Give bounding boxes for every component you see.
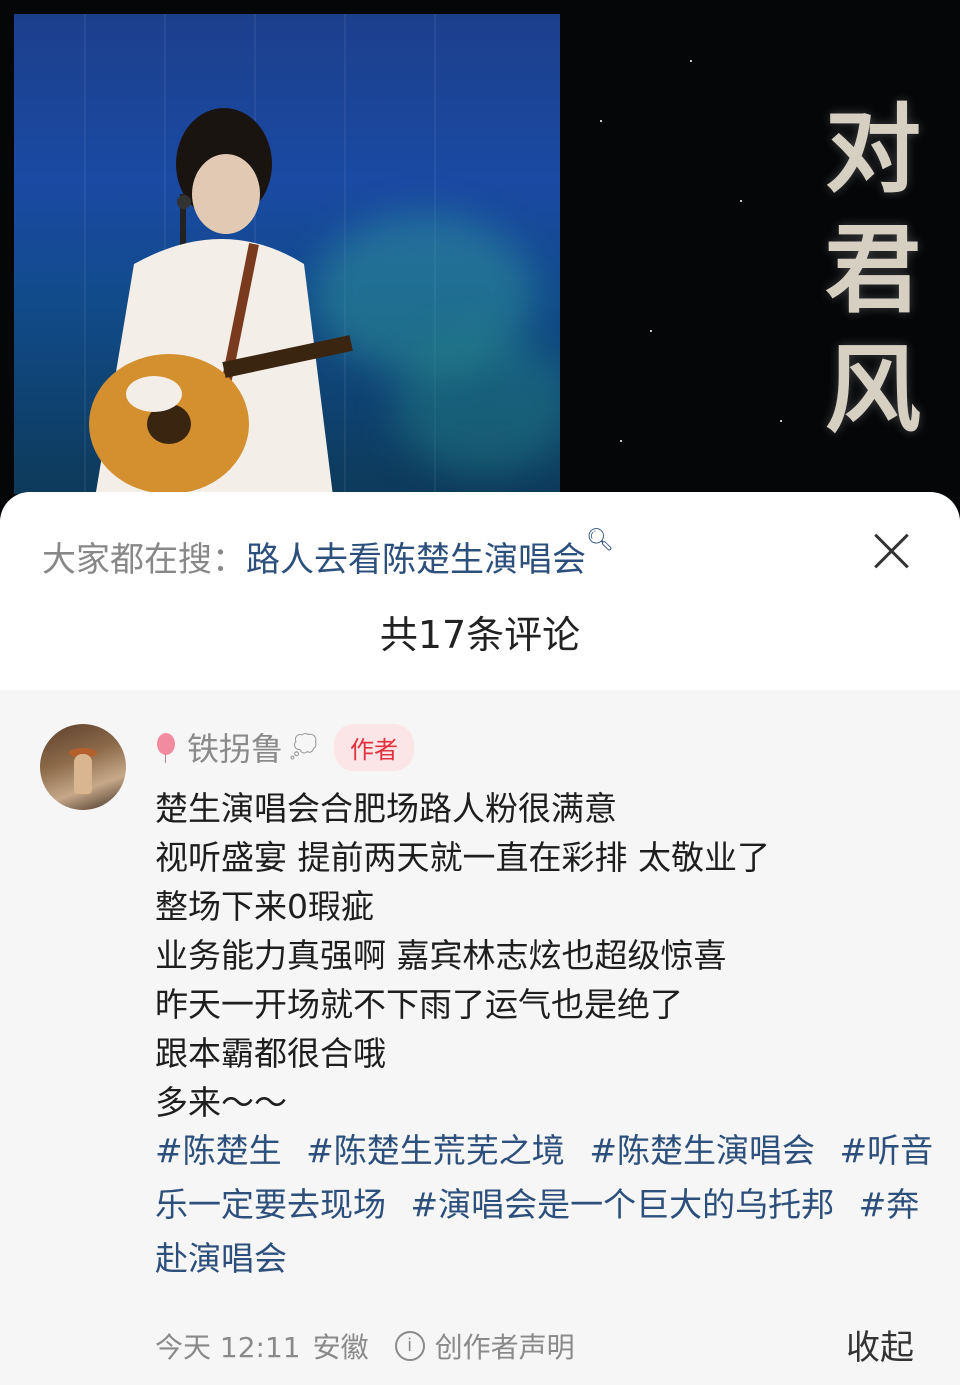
performer-image [89,108,353,494]
comment-line: 跟本霸都很合哦 [155,1034,386,1073]
comment-line: 多来～～ [155,1083,287,1122]
close-icon[interactable] [866,526,916,576]
location: 安徽 [312,1331,369,1364]
comment-body: 楚生演唱会合肥场路人粉很满意 视听盛宴 提前两天就一直在彩排 太敬业了 整场下来… [155,784,770,1127]
comment-count: 共17条评论 [379,613,581,657]
stage-screen [14,14,560,494]
thought-bubble-icon: 💭︎ [287,732,321,762]
video-frame[interactable]: 对君风 [0,0,960,530]
comment-meta: 今天 12:11 安徽 i 创作者声明 [155,1326,575,1366]
creator-statement-link[interactable]: 创作者声明 [435,1326,575,1366]
timestamp: 今天 12:11 [155,1331,301,1364]
hashtag-link[interactable]: #演唱会是一个巨大的乌托邦 [411,1185,835,1224]
comment-line: 业务能力真强啊 嘉宾林志炫也超级惊喜 [155,936,727,975]
comment-line: 楚生演唱会合肥场路人粉很满意 [155,789,617,828]
search-keyword-link[interactable]: 路人去看陈楚生演唱会 [246,540,586,580]
comment-sheet: 大家都在搜：路人去看陈楚生演唱会🔍︎ 共17条评论 铁拐鲁 💭︎ 作者 楚生演唱… [0,492,960,1385]
username[interactable]: 铁拐鲁 [187,724,283,770]
avatar[interactable] [40,724,126,810]
search-icon: 🔍︎ [586,528,614,553]
hashtag-link[interactable]: #陈楚生演唱会 [589,1131,815,1170]
search-prefix: 大家都在搜： [42,540,246,580]
search-suggestion[interactable]: 大家都在搜：路人去看陈楚生演唱会🔍︎ [42,528,614,581]
collapse-button[interactable]: 收起 [846,1320,914,1369]
hashtag-list: #陈楚生 #陈楚生荒芜之境 #陈楚生演唱会 #听音乐一定要去现场 #演唱会是一个… [155,1124,935,1286]
comment-line: 视听盛宴 提前两天就一直在彩排 太敬业了 [155,838,770,877]
author-badge: 作者 [334,723,415,771]
comment-line: 昨天一开场就不下雨了运气也是绝了 [155,985,683,1024]
comment-line: 整场下来0瑕疵 [155,887,374,926]
sheet-header: 大家都在搜：路人去看陈楚生演唱会🔍︎ 共17条评论 [0,492,960,690]
comment-user-row: 铁拐鲁 💭︎ 作者 [155,723,415,771]
balloon-icon [155,733,177,763]
hashtag-link[interactable]: #陈楚生荒芜之境 [306,1131,565,1170]
hashtag-link[interactable]: #陈楚生 [155,1131,282,1170]
calligraphy-title: 对君风 [825,93,921,446]
info-icon[interactable]: i [394,1331,425,1361]
